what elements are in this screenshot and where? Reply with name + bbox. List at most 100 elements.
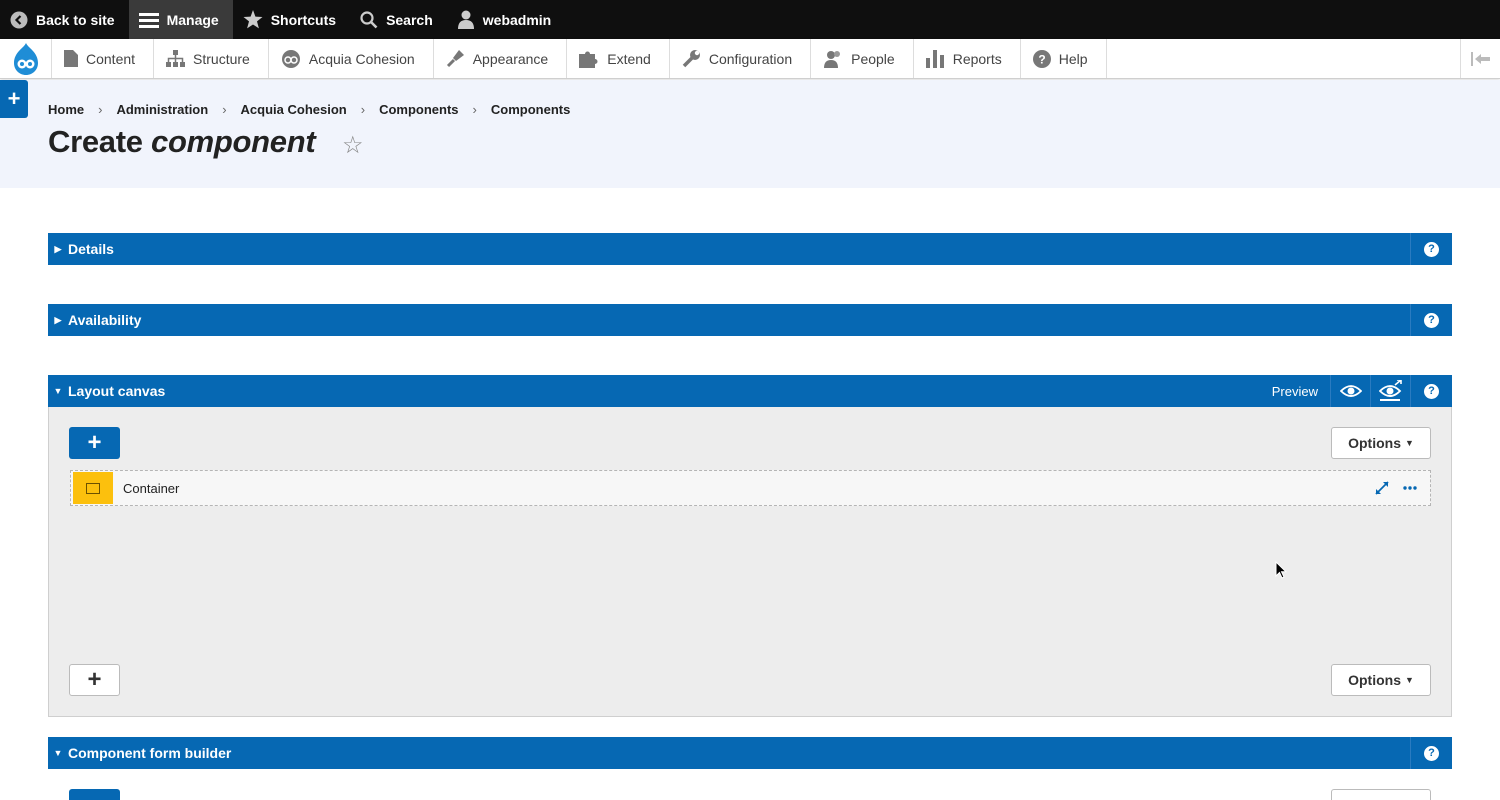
section-title: Layout canvas bbox=[68, 383, 166, 399]
admin-toolbar: Back to site Manage Shortcuts Search web… bbox=[0, 0, 1500, 39]
star-icon bbox=[243, 10, 263, 29]
shortcuts-tab[interactable]: Shortcuts bbox=[233, 0, 350, 39]
preview-eye-button[interactable] bbox=[1330, 375, 1370, 407]
bar-chart-icon bbox=[925, 49, 944, 68]
file-icon bbox=[64, 50, 78, 67]
search-icon bbox=[360, 10, 378, 28]
tray-item-label: Extend bbox=[607, 50, 651, 67]
breadcrumb-link[interactable]: Acquia Cohesion bbox=[241, 102, 347, 117]
people-icon bbox=[824, 50, 841, 68]
collapse-arrow-icon bbox=[1470, 51, 1490, 66]
tray-item-help[interactable]: ? Help bbox=[1021, 39, 1107, 78]
caret-down-icon: ▼ bbox=[53, 748, 63, 758]
tray-item-acquia-cohesion[interactable]: Acquia Cohesion bbox=[269, 39, 434, 78]
breadcrumb-separator-icon: › bbox=[98, 102, 103, 117]
cohesion-icon bbox=[281, 49, 300, 68]
expand-icon bbox=[1375, 481, 1389, 495]
manage-tab[interactable]: Manage bbox=[128, 0, 233, 39]
help-icon: ? bbox=[1424, 312, 1439, 328]
sitemap-icon bbox=[166, 50, 186, 67]
section-title: Component form builder bbox=[68, 745, 232, 761]
help-button[interactable]: ? bbox=[1410, 304, 1452, 336]
element-actions bbox=[1368, 471, 1424, 505]
mouse-cursor-icon bbox=[1275, 561, 1287, 579]
page-title-prefix: Create bbox=[48, 124, 152, 159]
options-label: Options bbox=[1348, 435, 1401, 451]
tray-item-reports[interactable]: Reports bbox=[914, 39, 1021, 78]
search-tab[interactable]: Search bbox=[350, 0, 447, 39]
preview-label: Preview bbox=[1271, 383, 1318, 399]
user-tab[interactable]: webadmin bbox=[447, 0, 565, 39]
tray-item-label: Help bbox=[1058, 50, 1088, 67]
options-dropdown-button-bottom[interactable]: Options ▼ bbox=[1331, 664, 1431, 696]
caret-right-icon: ▶ bbox=[54, 314, 62, 325]
shortcuts-label: Shortcuts bbox=[270, 11, 337, 28]
section-layout-canvas[interactable]: ▼ Layout canvas Preview ? bbox=[48, 375, 1452, 407]
more-options-button[interactable] bbox=[1396, 486, 1424, 490]
add-element-button-bottom[interactable]: + bbox=[69, 664, 120, 696]
tray-item-configuration[interactable]: Configuration bbox=[670, 39, 812, 78]
help-button[interactable]: ? bbox=[1410, 375, 1452, 407]
tray-spacer bbox=[1107, 39, 1460, 78]
section-title: Details bbox=[68, 241, 114, 257]
breadcrumb-link[interactable]: Home bbox=[48, 102, 84, 117]
section-details[interactable]: ▶ Details ? bbox=[48, 233, 1452, 265]
tray-item-label: Configuration bbox=[708, 50, 793, 67]
caret-down-icon: ▼ bbox=[53, 386, 63, 396]
section-component-form-builder[interactable]: ▼ Component form builder ? bbox=[48, 737, 1452, 769]
breadcrumb-link[interactable]: Administration bbox=[116, 102, 208, 117]
eye-popout-icon bbox=[1378, 380, 1402, 401]
page-title: Create component bbox=[48, 124, 316, 160]
puzzle-icon bbox=[579, 51, 598, 68]
tray-item-label: Acquia Cohesion bbox=[308, 50, 415, 67]
shortcut-add-button[interactable]: + bbox=[0, 80, 28, 118]
preview-popout-button[interactable] bbox=[1370, 375, 1410, 407]
search-label: Search bbox=[386, 11, 433, 28]
help-icon: ? bbox=[1424, 745, 1439, 761]
form-options-button[interactable] bbox=[1331, 789, 1431, 800]
caret-down-icon: ▼ bbox=[1404, 438, 1414, 448]
tray-item-appearance[interactable]: Appearance bbox=[434, 39, 568, 78]
section-title: Availability bbox=[68, 312, 142, 328]
tray-item-people[interactable]: People bbox=[811, 39, 914, 78]
breadcrumb-link[interactable]: Components bbox=[491, 102, 570, 117]
user-icon bbox=[457, 10, 474, 29]
layout-canvas: + Options ▼ Container + Options ▼ bbox=[48, 407, 1452, 717]
paintbrush-icon bbox=[446, 50, 464, 68]
user-label: webadmin bbox=[482, 11, 552, 28]
manage-label: Manage bbox=[166, 11, 219, 28]
caret-down-icon: ▼ bbox=[1404, 675, 1414, 685]
help-button[interactable]: ? bbox=[1410, 737, 1452, 769]
add-element-button[interactable]: + bbox=[69, 427, 120, 459]
breadcrumb: Home › Administration › Acquia Cohesion … bbox=[48, 102, 570, 117]
help-icon: ? bbox=[1424, 383, 1439, 399]
svg-text:?: ? bbox=[1038, 52, 1045, 66]
form-add-button[interactable] bbox=[69, 789, 120, 800]
tray-item-structure[interactable]: Structure bbox=[154, 39, 269, 78]
ellipsis-icon bbox=[1403, 486, 1417, 490]
tray-item-extend[interactable]: Extend bbox=[567, 39, 670, 78]
help-button[interactable]: ? bbox=[1410, 233, 1452, 265]
hamburger-icon bbox=[138, 12, 159, 28]
plus-icon: + bbox=[87, 429, 102, 456]
breadcrumb-link[interactable]: Components bbox=[379, 102, 458, 117]
plus-icon: + bbox=[87, 666, 102, 693]
drupal-logo-icon[interactable] bbox=[0, 39, 52, 78]
admin-tray: Content Structure Acquia Cohesion Appear… bbox=[0, 39, 1500, 79]
caret-right-icon: ▶ bbox=[54, 243, 62, 254]
tray-item-label: Appearance bbox=[472, 50, 549, 67]
favorite-star-icon[interactable]: ☆ bbox=[342, 131, 364, 160]
back-to-site-link[interactable]: Back to site bbox=[0, 0, 129, 39]
expand-button[interactable] bbox=[1368, 481, 1396, 495]
container-icon bbox=[73, 472, 113, 504]
wrench-icon bbox=[682, 50, 700, 68]
breadcrumb-separator-icon: › bbox=[472, 102, 477, 117]
options-label: Options bbox=[1348, 672, 1401, 688]
options-dropdown-button[interactable]: Options ▼ bbox=[1331, 427, 1431, 459]
collapse-tray-button[interactable] bbox=[1460, 39, 1500, 78]
page-title-emphasis: component bbox=[151, 124, 316, 159]
breadcrumb-separator-icon: › bbox=[360, 102, 366, 117]
tray-item-content[interactable]: Content bbox=[52, 39, 155, 78]
section-availability[interactable]: ▶ Availability ? bbox=[48, 304, 1452, 336]
container-element[interactable]: Container bbox=[70, 470, 1431, 506]
